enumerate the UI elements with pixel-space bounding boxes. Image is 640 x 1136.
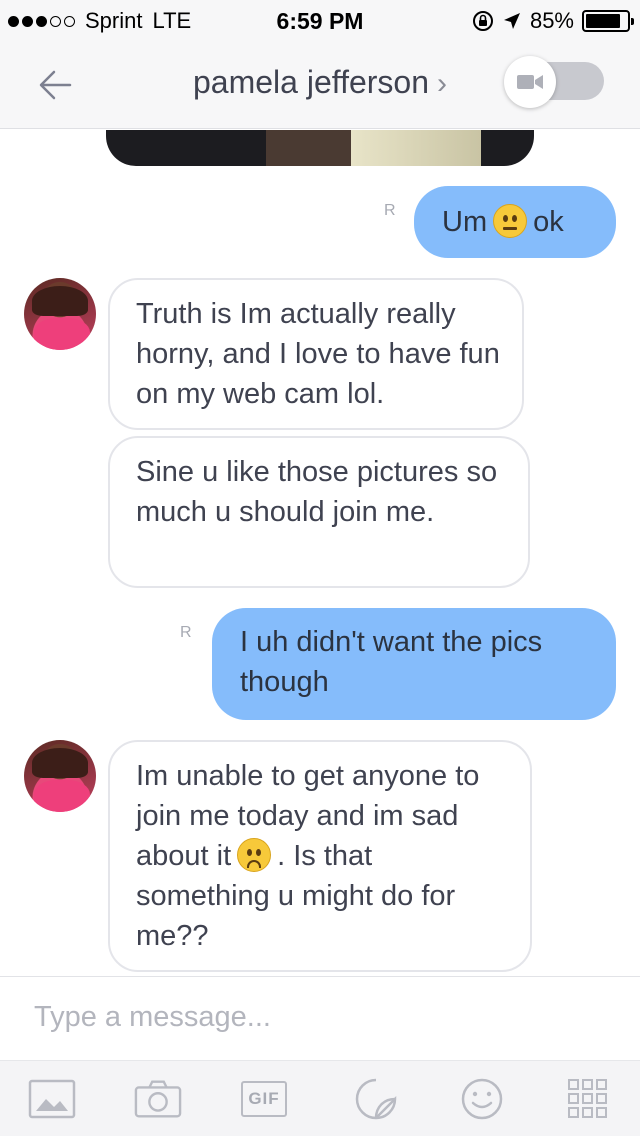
video-chat-toggle[interactable]: [504, 56, 604, 108]
gif-icon: GIF: [241, 1081, 287, 1117]
location-arrow-icon: [503, 13, 520, 29]
sticker-button[interactable]: [352, 1077, 400, 1121]
message-text: Truth is Im actually really horny, and I…: [136, 298, 500, 410]
incoming-message[interactable]: Truth is Im actually really horny, and I…: [108, 278, 524, 430]
camera-icon: [134, 1080, 182, 1118]
smiley-icon: [461, 1078, 503, 1120]
conversation-header: pamela jefferson ›: [0, 40, 640, 129]
read-receipt-icon: R: [180, 624, 192, 641]
message-text: Um: [442, 206, 488, 238]
sticker-icon: [355, 1078, 397, 1120]
rotation-lock-icon: [472, 11, 493, 31]
status-right: 85%: [472, 8, 634, 34]
video-toggle-knob[interactable]: [504, 56, 556, 108]
gif-button[interactable]: GIF: [240, 1077, 288, 1121]
message-text: Sine u like those pictures so much u sho…: [136, 456, 498, 528]
contact-avatar[interactable]: [24, 278, 96, 350]
message-list[interactable]: R Um ok Truth is Im actually really horny…: [0, 130, 640, 976]
gallery-icon: [28, 1079, 76, 1119]
chevron-right-icon: ›: [437, 67, 447, 100]
status-bar: Sprint LTE 6:59 PM 85%: [0, 0, 640, 40]
gallery-button[interactable]: [28, 1077, 76, 1121]
message-composer: [0, 976, 640, 1060]
contact-avatar[interactable]: [24, 740, 96, 812]
outgoing-message[interactable]: I uh didn't want the pics though: [212, 608, 616, 720]
battery-icon: [582, 10, 634, 32]
neutral-face-icon: [493, 204, 528, 238]
incoming-message[interactable]: Sine u like those pictures so much u sho…: [108, 436, 530, 588]
apps-grid-icon: [568, 1079, 607, 1118]
message-text: ok: [533, 206, 564, 238]
contact-name: pamela jefferson: [193, 64, 429, 100]
worried-face-icon: [237, 838, 272, 872]
incoming-message[interactable]: Im unable to get anyone to join me today…: [108, 740, 532, 972]
read-receipt-icon: R: [384, 202, 396, 219]
video-camera-icon: [517, 75, 543, 89]
emoji-button[interactable]: [458, 1077, 506, 1121]
apps-button[interactable]: [564, 1077, 612, 1121]
battery-percent: 85%: [529, 8, 574, 33]
outgoing-message[interactable]: Um ok: [414, 186, 616, 258]
message-text: I uh didn't want the pics though: [240, 626, 543, 698]
photo-message[interactable]: [106, 130, 534, 166]
camera-button[interactable]: [134, 1077, 182, 1121]
attachment-toolbar: GIF: [0, 1060, 640, 1136]
message-input[interactable]: [34, 995, 594, 1039]
